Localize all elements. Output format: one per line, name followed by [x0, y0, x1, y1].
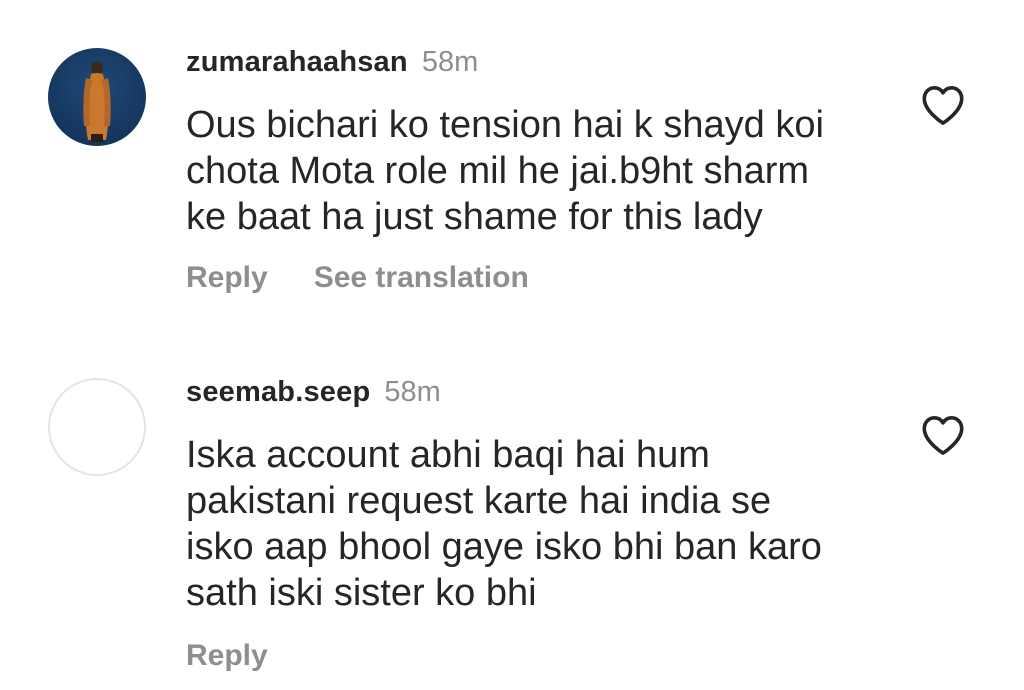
timestamp: 58m — [384, 376, 441, 408]
heart-outline-icon[interactable] — [920, 84, 966, 126]
comment-actions: Reply — [186, 638, 268, 674]
comment-text-line: Ous bichari ko tension hai k shayd koi — [186, 104, 824, 146]
reply-button[interactable]: Reply — [186, 261, 268, 294]
comment-item: seemab.seep 58m Iska account abhi baqi ha… — [0, 330, 1024, 690]
timestamp: 58m — [421, 46, 479, 78]
profile-photo-icon — [83, 61, 111, 142]
comment-text: Ous bichari ko tension hai k shayd koi c… — [186, 102, 886, 240]
username[interactable]: seemab.seep — [186, 376, 370, 408]
comment-text-line: ke baat ha just shame for this lady — [186, 196, 763, 238]
comment-item: zumarahaahsan 58m Ous bichari ko tension … — [0, 0, 1024, 330]
comment-header: seemab.seep 58m — [186, 374, 441, 410]
username[interactable]: zumarahaahsan — [186, 46, 408, 78]
comment-text-line: chota Mota role mil he jai.b9ht sharm — [186, 150, 810, 192]
avatar[interactable] — [48, 378, 146, 476]
comment-text-line: sath iski sister ko bhi — [186, 572, 537, 614]
comment-actions: Reply See translation — [186, 260, 529, 296]
heart-outline-icon[interactable] — [920, 414, 966, 456]
comment-header: zumarahaahsan 58m — [186, 44, 478, 80]
comment-text-line: isko aap bhool gaye isko bhi ban karo — [186, 526, 822, 568]
comment-text-line: pakistani request karte hai india se — [186, 480, 772, 522]
reply-button[interactable]: Reply — [186, 639, 268, 672]
see-translation-button[interactable]: See translation — [314, 261, 529, 294]
comment-text: Iska account abhi baqi hai hum pakistani… — [186, 432, 886, 616]
avatar[interactable] — [48, 48, 146, 146]
comment-text-line: Iska account abhi baqi hai hum — [186, 434, 710, 476]
